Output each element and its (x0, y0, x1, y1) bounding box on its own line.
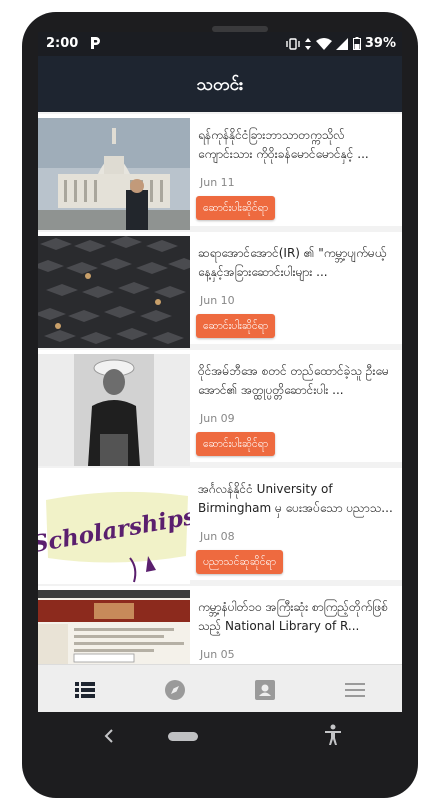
news-card[interactable]: ရန်ကုန်နိုင်ငံခြားဘာသာတက္ကသိုလ်ကျောင်းသာ… (38, 114, 402, 230)
page-title: သတင်း (196, 75, 244, 95)
status-time: 2:00 (46, 36, 79, 51)
category-button[interactable]: ဆောင်းပါးဆိုင်ရာ (196, 314, 276, 338)
article-date: Jun 05 (200, 648, 235, 661)
article-date: Jun 09 (200, 412, 235, 425)
scholarships-graphic-thumbnail: Scholarships (38, 472, 190, 584)
article-date: Jun 08 (200, 530, 235, 543)
back-icon[interactable] (104, 728, 114, 748)
category-button[interactable]: ဆောင်းပါးဆိုင်ရာ (196, 196, 276, 220)
article-title[interactable]: ကမ္ဘာ့နံပါတ်၁၀ အကြီးဆုံး စာကြည့်တိုက်ဖြစ… (198, 598, 394, 636)
news-card[interactable]: ကမ္ဘာ့နံပါတ်၁၀ အကြီးဆုံး စာကြည့်တိုက်ဖြစ… (38, 586, 402, 664)
signal-icon (335, 37, 349, 50)
status-bar: 2:00 39% (38, 32, 402, 56)
wifi-icon (315, 37, 332, 50)
news-list[interactable]: ရန်ကုန်နိုင်ငံခြားဘာသာတက္ကသိုလ်ကျောင်းသာ… (38, 112, 402, 664)
article-title[interactable]: ဆရာအောင်အောင်(IR) ၏ "ကမ္ဘာ့ပျက်မယ့်နေ့နှ… (198, 244, 394, 282)
screen: 2:00 39% သတင်း ရန်ကုန်နိုင်ငံခြားဘာသာတက္… (38, 32, 402, 712)
library-website-thumbnail (38, 590, 190, 664)
list-icon[interactable] (72, 677, 98, 703)
compass-icon[interactable] (162, 677, 188, 703)
news-card[interactable]: Scholarships အင်္ဂလန်နိုင်ငံ University … (38, 468, 402, 584)
app-bar: သတင်း (38, 56, 402, 112)
status-icons: 39% (286, 36, 396, 51)
bottom-navigation (38, 664, 402, 712)
article-title[interactable]: ရန်ကုန်နိုင်ငံခြားဘာသာတက္ကသိုလ်ကျောင်းသာ… (198, 126, 394, 164)
article-title[interactable]: အင်္ဂလန်နိုင်ငံ University of Birmingham… (198, 480, 394, 518)
vibrate-icon (286, 37, 300, 50)
battery-icon (352, 37, 361, 50)
home-button[interactable] (168, 732, 198, 741)
parking-notification-icon (88, 35, 102, 55)
data-arrows-icon (304, 37, 312, 50)
category-button[interactable]: ဆောင်းပါးဆိုင်ရာ (196, 432, 276, 456)
menu-icon[interactable] (342, 677, 368, 703)
battery-percent: 39% (364, 36, 396, 51)
article-date: Jun 10 (200, 294, 235, 307)
category-button[interactable]: ပညာသင်ဆုဆိုင်ရာ (196, 550, 283, 574)
accessibility-icon[interactable] (324, 724, 342, 750)
article-title[interactable]: ဝိုင်အမ်ဘီအေ စတင် တည်ထောင်ခဲ့သူ ဦးမေအောင… (198, 362, 394, 400)
graduation-caps-thumbnail (38, 236, 190, 348)
news-card[interactable]: ဆရာအောင်အောင်(IR) ၏ "ကမ္ဘာ့ပျက်မယ့်နေ့နှ… (38, 232, 402, 348)
contact-icon[interactable] (252, 677, 278, 703)
capitol-building-thumbnail (38, 118, 190, 230)
news-card[interactable]: ဝိုင်အမ်ဘီအေ စတင် တည်ထောင်ခဲ့သူ ဦးမေအောင… (38, 350, 402, 466)
article-date: Jun 11 (200, 176, 235, 189)
historical-portrait-thumbnail (38, 354, 190, 466)
